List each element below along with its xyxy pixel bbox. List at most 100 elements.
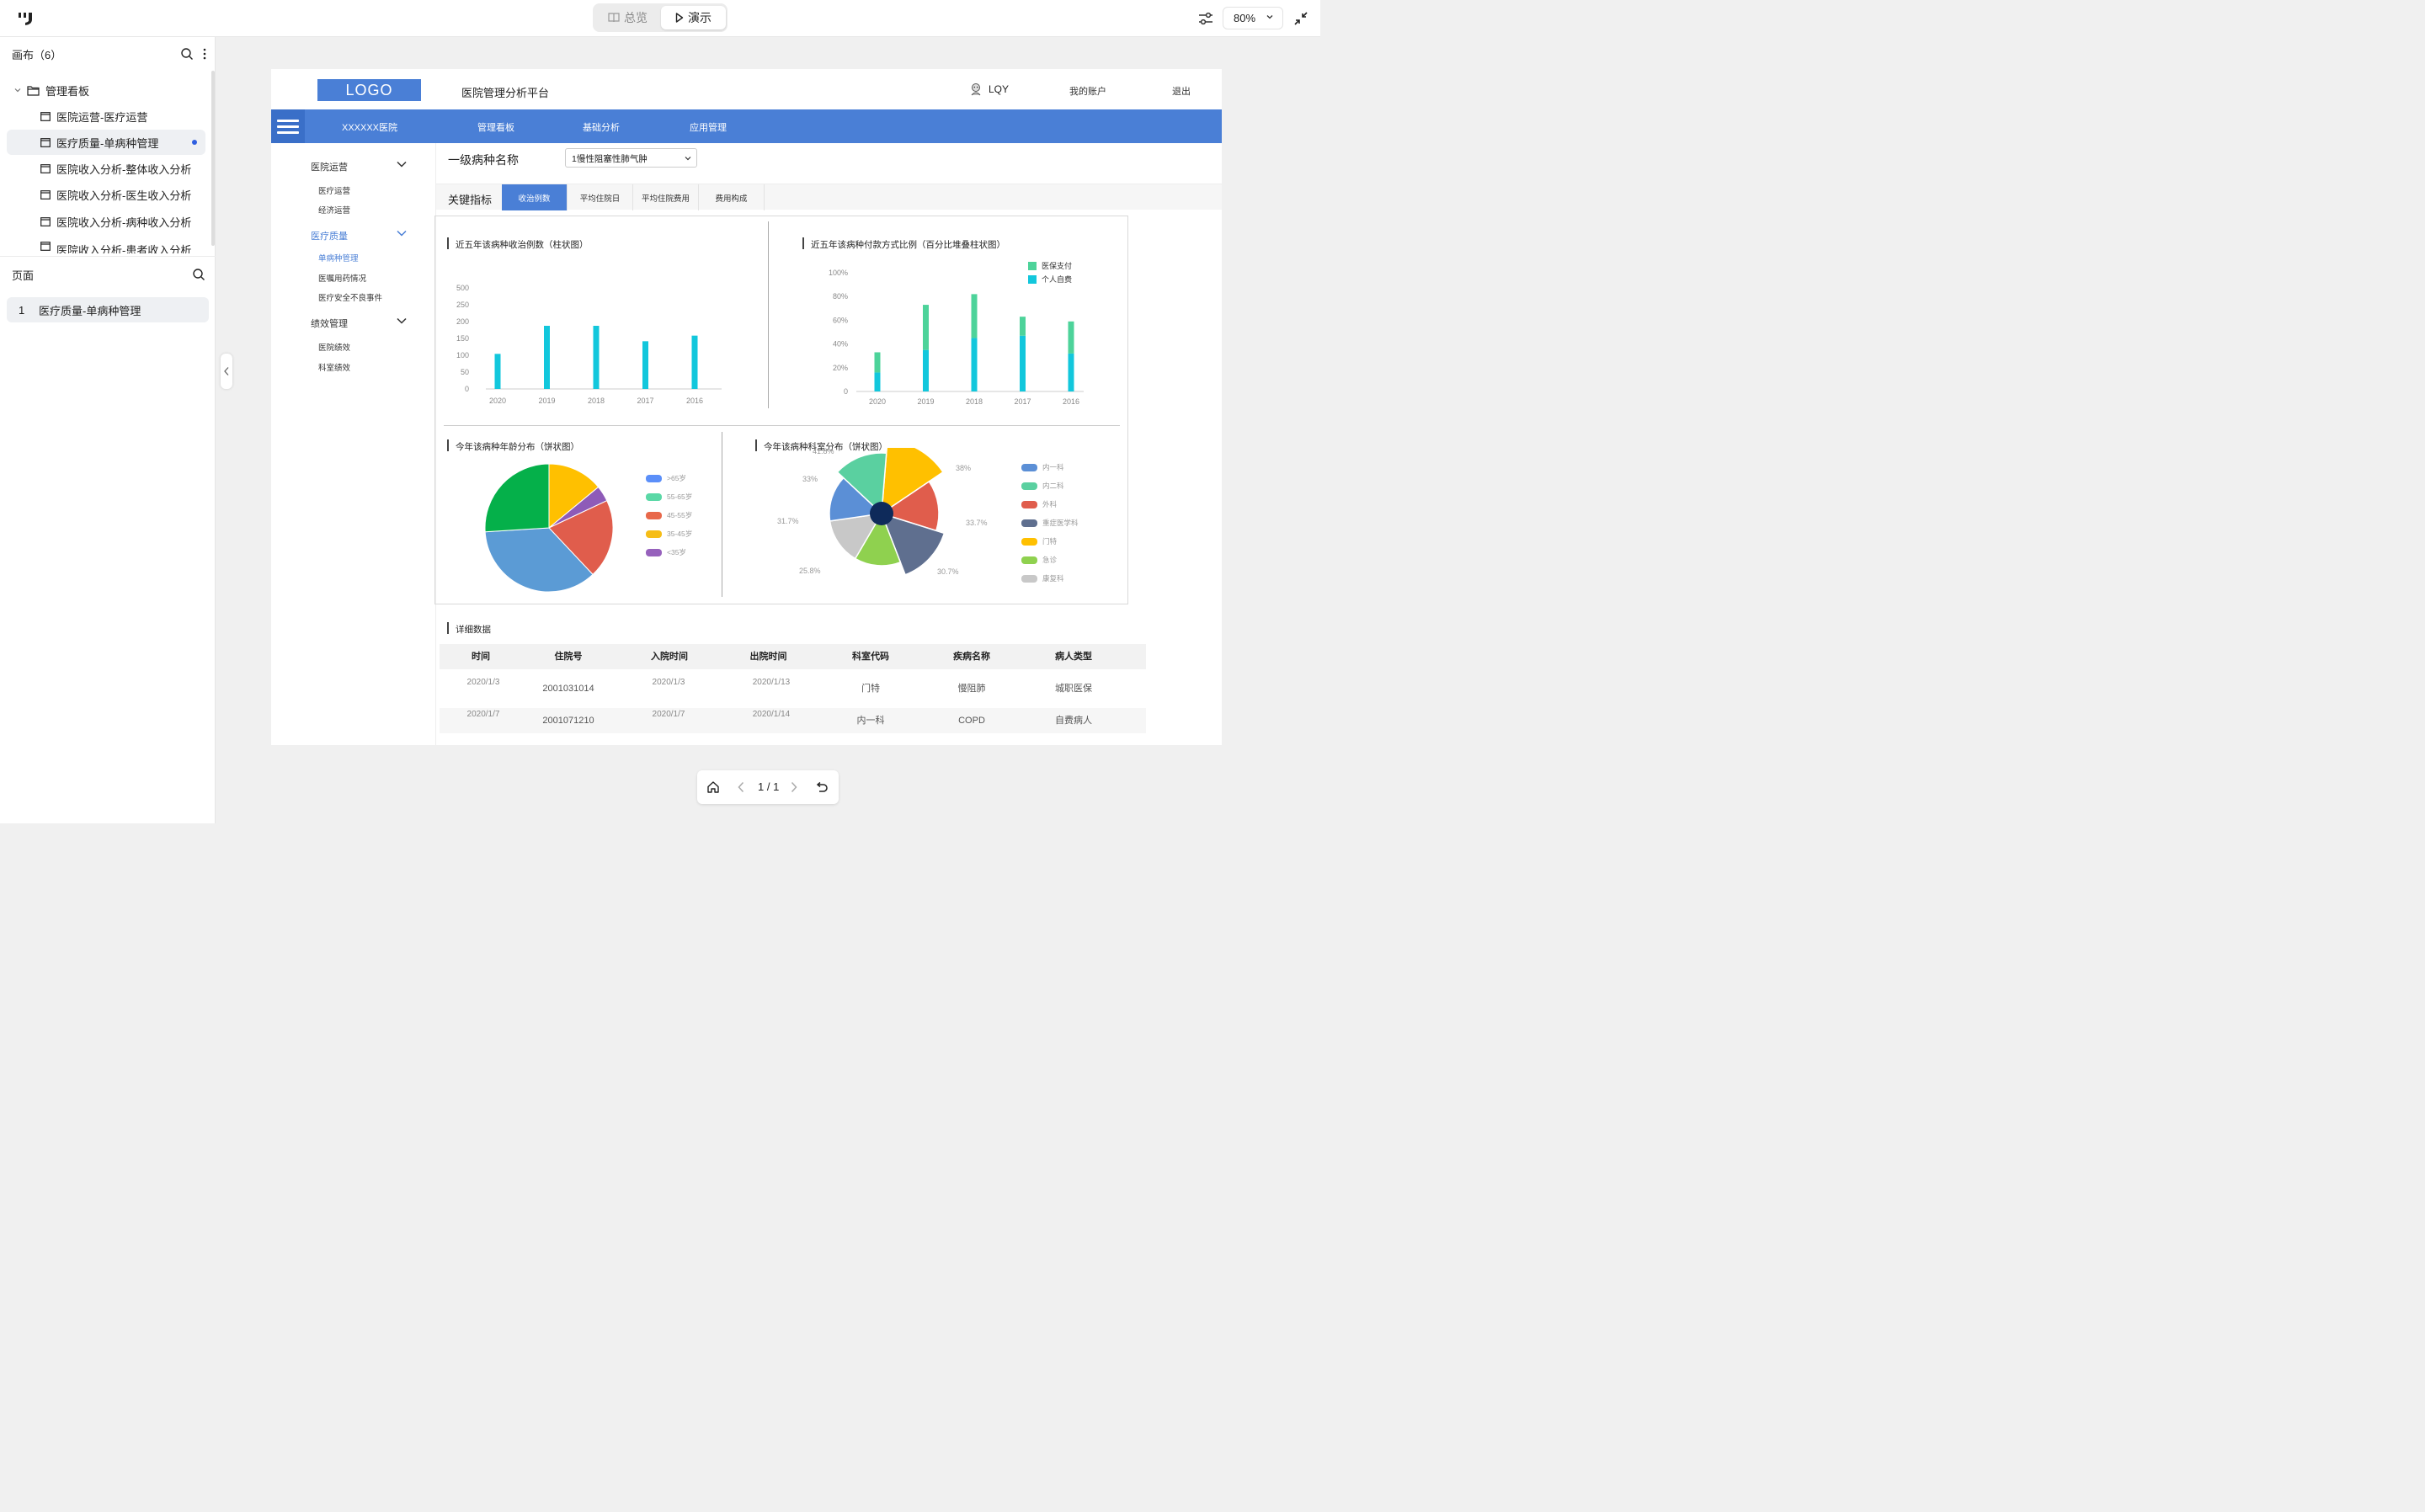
bar: [691, 335, 698, 389]
my-account-link[interactable]: 我的账户: [1069, 84, 1106, 98]
bar: [642, 341, 648, 389]
bar-insurance: [1068, 321, 1074, 354]
search-icon[interactable]: [192, 268, 205, 281]
menu-item-medical-ops[interactable]: 医疗运营: [318, 184, 350, 196]
canvas-item-selected[interactable]: 医疗质量-单病种管理: [7, 130, 205, 155]
kpi-tab-cost-structure[interactable]: 费用构成: [699, 184, 765, 210]
y-tick-label: 100%: [829, 269, 848, 277]
x-tick-label: 2019: [917, 397, 934, 406]
menu-item-hospital-perf[interactable]: 医院绩效: [318, 341, 350, 353]
collapse-panel-button[interactable]: [221, 354, 232, 389]
nav-hospital[interactable]: XXXXXX医院: [342, 120, 397, 134]
chevron-down-icon[interactable]: [396, 317, 408, 325]
chevron-down-icon[interactable]: [396, 160, 408, 168]
kpi-tab-avg-stay[interactable]: 平均住院日: [568, 184, 633, 210]
column-header[interactable]: 疾病名称: [920, 644, 1023, 669]
legend-item: 门特: [1021, 536, 1057, 546]
menu-item-adverse-events[interactable]: 医疗安全不良事件: [318, 291, 382, 303]
menu-group-performance[interactable]: 绩效管理: [311, 317, 348, 330]
chevron-right-icon: [791, 781, 797, 793]
chevron-down-icon[interactable]: [13, 86, 22, 94]
platform-title: 医院管理分析平台: [461, 87, 550, 99]
username: LQY: [989, 83, 1010, 95]
x-tick-label: 2017: [637, 397, 653, 405]
divider: [0, 256, 216, 257]
logout-link[interactable]: 退出: [1172, 84, 1191, 98]
column-header[interactable]: 入院时间: [615, 644, 724, 669]
column-header[interactable]: 住院号: [522, 644, 615, 669]
column-header[interactable]: 科室代码: [821, 644, 920, 669]
next-page-button[interactable]: [786, 779, 802, 796]
canvas-item-label: 医院收入分析-患者收入分析: [56, 244, 192, 253]
legend-swatch: [646, 492, 662, 501]
table-cell: 2020/1/7: [652, 710, 685, 719]
prev-page-button[interactable]: [733, 779, 749, 796]
x-tick-label: 2017: [1014, 397, 1031, 406]
legend-swatch: [1021, 482, 1037, 490]
present-tab[interactable]: 演示: [661, 6, 726, 29]
kpi-tab-avg-cost[interactable]: 平均住院费用: [633, 184, 699, 210]
menu-item-single-disease[interactable]: 单病种管理: [318, 252, 359, 264]
legend-swatch: [646, 548, 662, 556]
legend-label: 内一科: [1042, 463, 1064, 471]
menu-item-dept-perf[interactable]: 科室绩效: [318, 361, 350, 373]
rose-annotation: 33%: [802, 475, 818, 483]
dashboard-logo: LOGO: [317, 79, 421, 101]
exit-fullscreen-icon[interactable]: [1292, 10, 1309, 27]
legend-label: 康复科: [1042, 574, 1064, 583]
table-row[interactable]: 2020/1/7 2001071210 2020/1/7 2020/1/14 内…: [440, 708, 1146, 733]
admissions-bar-chart: 5002502001501005002020 2019 2018 2017 2016: [456, 284, 722, 405]
menu-item-economic-ops[interactable]: 经济运营: [318, 204, 350, 216]
nav-basic-analysis[interactable]: 基础分析: [583, 120, 620, 134]
hamburger-menu-icon[interactable]: [271, 109, 305, 143]
detail-title: 详细数据: [447, 622, 491, 636]
table-row[interactable]: 2020/1/3 2001031014 2020/1/3 2020/1/13 门…: [440, 676, 1146, 701]
rose-annotation: 31.7%: [777, 517, 799, 525]
nav-app-management[interactable]: 应用管理: [690, 120, 727, 134]
chart-divider: [444, 425, 1120, 426]
undo-button[interactable]: [813, 779, 830, 796]
legend-label: 45-55岁: [667, 511, 693, 519]
canvas-item[interactable]: 医院收入分析-整体收入分析: [7, 156, 205, 181]
kpi-tab-admissions[interactable]: 收治例数: [502, 184, 568, 210]
canvas-item[interactable]: 医院运营-医疗运营: [7, 104, 205, 129]
legend-swatch: [1021, 519, 1037, 527]
folder-icon: [27, 85, 40, 96]
legend-item: 重症医学科: [1021, 518, 1079, 528]
age-pie-chart: [484, 463, 614, 593]
zoom-select[interactable]: 80%: [1223, 7, 1283, 29]
avatar-icon: [971, 83, 981, 96]
chevron-down-icon[interactable]: [396, 229, 408, 237]
column-header[interactable]: 出院时间: [724, 644, 813, 669]
nav-management-board[interactable]: 管理看板: [477, 120, 514, 134]
column-header[interactable]: 病人类型: [1023, 644, 1124, 669]
more-options-icon[interactable]: [202, 47, 207, 61]
table-cell: 2001071210: [542, 716, 594, 726]
canvas-item[interactable]: 医院收入分析-医生收入分析: [7, 182, 205, 207]
scrollbar-thumb[interactable]: [211, 71, 215, 246]
x-tick-label: 2020: [489, 397, 506, 405]
play-icon: [675, 13, 684, 23]
rose-annotation: 33.7%: [966, 519, 988, 527]
folder-management-board[interactable]: 管理看板: [7, 77, 205, 103]
canvas-item[interactable]: 医院收入分析-病种收入分析: [7, 209, 205, 234]
legend-label: 重症医学科: [1042, 519, 1079, 527]
page-item[interactable]: 1 医疗质量-单病种管理: [7, 297, 209, 322]
search-icon[interactable]: [180, 47, 194, 61]
settings-sliders-icon[interactable]: [1197, 10, 1214, 27]
user-info[interactable]: LQY: [970, 83, 1009, 96]
overview-tab[interactable]: 总览: [595, 6, 660, 29]
disease-select[interactable]: 1慢性阻塞性肺气肿: [565, 148, 697, 168]
home-button[interactable]: [705, 779, 722, 796]
canvas-item[interactable]: 医院收入分析-患者收入分析: [7, 235, 205, 253]
column-header[interactable]: 时间: [440, 644, 522, 669]
menu-item-medication[interactable]: 医嘱用药情况: [318, 272, 366, 284]
active-dot: [192, 140, 197, 145]
menu-group-operations[interactable]: 医院运营: [311, 160, 348, 173]
x-tick-label: 2018: [966, 397, 983, 406]
disease-select-value: 1慢性阻塞性肺气肿: [572, 154, 648, 164]
filter-label: 一级病种名称: [448, 153, 519, 167]
app-logo-icon[interactable]: [17, 10, 35, 27]
x-tick-label: 2019: [538, 397, 555, 405]
menu-group-quality[interactable]: 医疗质量: [311, 229, 348, 242]
